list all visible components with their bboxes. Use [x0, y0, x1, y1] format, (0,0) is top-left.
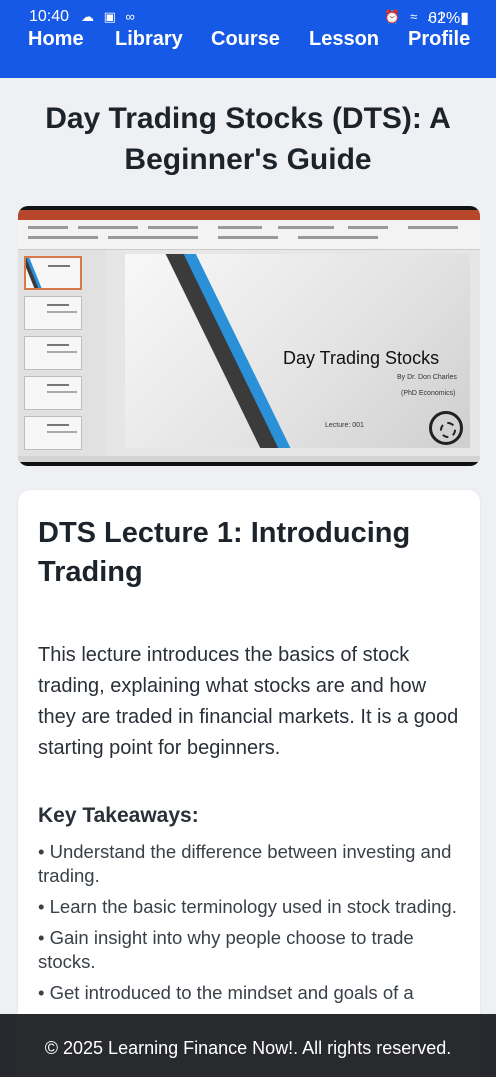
slide-title: Day Trading Stocks [283, 348, 440, 368]
page-title: Day Trading Stocks (DTS): A Beginner's G… [45, 102, 451, 176]
notification-icons: ☁ ▣ ∞ [81, 9, 138, 24]
battery-icon: 62%▮ [428, 10, 469, 27]
nav-course[interactable]: Course [211, 28, 280, 51]
lecture-video[interactable]: Day Trading Stocks By Dr. Don Charles (P… [18, 206, 480, 466]
nav-library[interactable]: Library [115, 28, 183, 51]
lecture-description: This lecture introduces the basics of st… [38, 644, 459, 759]
takeaway-item: • Learn the basic terminology used in st… [38, 896, 457, 917]
takeaway-item: • Understand the difference between inve… [38, 841, 452, 886]
lecture-card: DTS Lecture 1: Introducing Trading This … [18, 490, 480, 1077]
takeaway-item: • Get introduced to the mindset and goal… [38, 982, 414, 1003]
slide-author: By Dr. Don Charles [397, 374, 457, 381]
lecture-title: DTS Lecture 1: Introducing Trading [38, 517, 411, 588]
footer: © 2025 Learning Finance Now!. All rights… [0, 1014, 496, 1077]
status-bar: 10:40 ☁ ▣ ∞ ⏰ ≈ .ıl 62%▮ [0, 8, 496, 30]
ppt-ribbon [18, 220, 480, 250]
takeaways-heading: Key Takeaways: [38, 804, 199, 827]
video-frame: Day Trading Stocks By Dr. Don Charles (P… [18, 210, 480, 462]
aperture-logo-icon [429, 411, 463, 445]
slide-preview: Day Trading Stocks By Dr. Don Charles (P… [125, 254, 470, 448]
status-time: 10:40 [29, 8, 70, 25]
ppt-title-bar [18, 210, 480, 220]
takeaway-item: • Gain insight into why people choose to… [38, 927, 414, 972]
slide-thumbnails [18, 250, 106, 456]
slide-thumbnail [24, 336, 82, 370]
ppt-status-bar [18, 456, 480, 462]
slide-thumbnail [24, 376, 82, 410]
nav-home[interactable]: Home [28, 28, 84, 51]
slide-lecture: Lecture: 001 [325, 422, 364, 429]
slide-thumbnail [24, 416, 82, 450]
main-nav: Home Library Course Lesson Profile [0, 28, 496, 56]
nav-lesson[interactable]: Lesson [309, 28, 379, 51]
copyright-text: © 2025 Learning Finance Now!. All rights… [44, 1038, 452, 1058]
slide-thumbnail [24, 256, 82, 290]
top-header: 10:40 ☁ ▣ ∞ ⏰ ≈ .ıl 62%▮ Home Library Co… [0, 0, 496, 78]
slide-degree: (PhD Economics) [401, 390, 456, 397]
nav-profile[interactable]: Profile [408, 28, 470, 51]
takeaways-list: • Understand the difference between inve… [38, 840, 462, 1012]
slide-thumbnail [24, 296, 82, 330]
